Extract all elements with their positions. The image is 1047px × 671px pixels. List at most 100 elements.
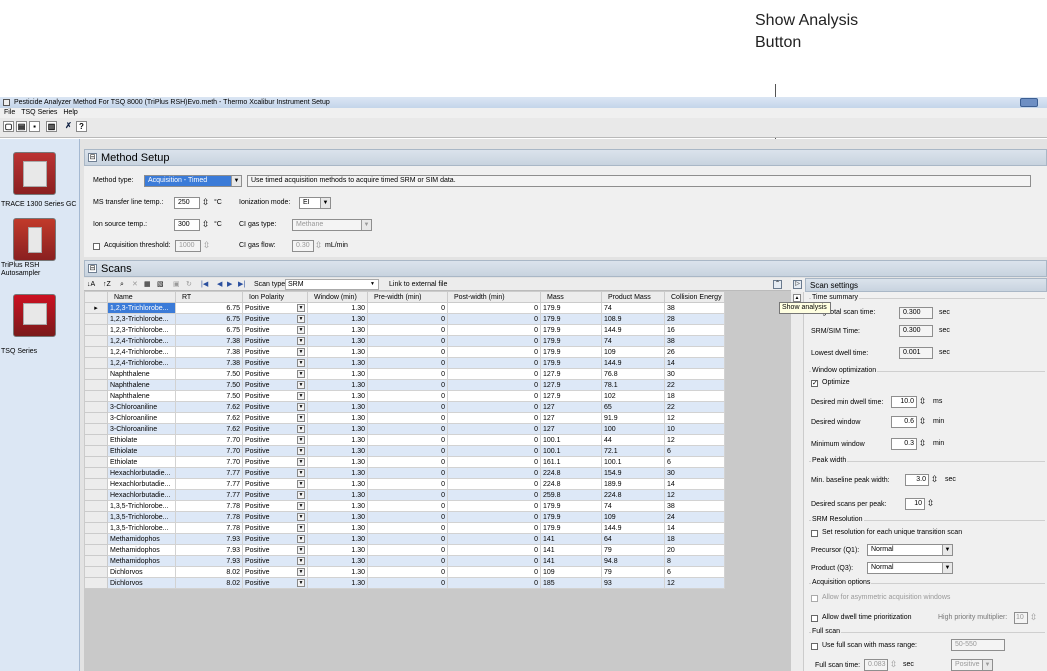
spinner-icon[interactable]: ⇳ <box>200 219 211 231</box>
column-header[interactable]: Pre-width (min) <box>367 291 448 303</box>
table-row[interactable]: 1,2,3-Trichlorobe... 6.75 Positive ▼ 1.30 0 0 1… <box>84 313 725 325</box>
table-cell[interactable]: 141 <box>540 533 602 545</box>
table-cell[interactable]: 109 <box>540 566 602 578</box>
table-cell[interactable]: 0 <box>367 368 448 380</box>
table-cell[interactable]: 1,2,4-Trichlorobe... <box>107 346 176 358</box>
table-cell[interactable]: Positive ▼ <box>242 412 308 424</box>
table-cell[interactable]: 144.9 <box>601 522 665 534</box>
chevron-down-icon[interactable]: ▼ <box>297 546 305 554</box>
table-cell[interactable]: 7.38 <box>175 335 243 347</box>
table-cell[interactable]: 0 <box>367 346 448 358</box>
table-cell[interactable]: 8 <box>664 555 725 567</box>
spinner-icon[interactable]: ⇳ <box>200 197 211 209</box>
table-cell[interactable]: Positive ▼ <box>242 302 308 314</box>
table-cell[interactable]: 1,3,5-Trichlorobe... <box>107 522 176 534</box>
collapse-icon[interactable]: ⊟ <box>88 153 97 162</box>
row-header[interactable] <box>84 456 108 468</box>
table-cell[interactable]: 1.30 <box>307 478 368 490</box>
table-cell[interactable]: Hexachlorbutadie... <box>107 467 176 479</box>
table-cell[interactable]: Positive ▼ <box>242 544 308 556</box>
table-cell[interactable]: 14 <box>664 478 725 490</box>
table-cell[interactable]: 100.1 <box>540 445 602 457</box>
table-cell[interactable]: 0 <box>367 511 448 523</box>
table-cell[interactable]: 1.30 <box>307 412 368 424</box>
table-cell[interactable]: 18 <box>664 533 725 545</box>
table-cell[interactable]: 161.1 <box>540 456 602 468</box>
sort-ascending-icon[interactable]: ↓A <box>87 278 95 291</box>
table-cell[interactable]: Positive ▼ <box>242 522 308 534</box>
table-cell[interactable]: 100.1 <box>540 434 602 446</box>
table-cell[interactable]: Positive ▼ <box>242 390 308 402</box>
spinner-icon[interactable]: ⇳ <box>888 659 899 671</box>
link-external-label[interactable]: Link to external file <box>389 278 447 291</box>
table-cell[interactable]: 1,2,4-Trichlorobe... <box>107 357 176 369</box>
table-cell[interactable]: 1.30 <box>307 511 368 523</box>
delete-icon[interactable]: ✕ <box>132 278 138 291</box>
table-cell[interactable]: 8.02 <box>175 577 243 589</box>
chevron-down-icon[interactable]: ▼ <box>297 414 305 422</box>
table-cell[interactable]: 179.9 <box>540 313 602 325</box>
first-record-icon[interactable]: |◀ <box>201 278 208 291</box>
table-row[interactable]: 1,3,5-Trichlorobe... 7.78 Positive ▼ 1.30 0 0 1… <box>84 500 725 512</box>
help-icon[interactable]: ? <box>76 121 87 132</box>
product-select[interactable]: Normal ▼ <box>867 562 953 574</box>
table-row[interactable]: 1,2,4-Trichlorobe... 7.38 Positive ▼ 1.30 0 0 1… <box>84 346 725 358</box>
table-cell[interactable]: 7.50 <box>175 390 243 402</box>
last-record-icon[interactable]: ▶| <box>238 278 245 291</box>
table-row[interactable]: 1,3,5-Trichlorobe... 7.78 Positive ▼ 1.30 0 0 1… <box>84 511 725 523</box>
table-row[interactable]: Ethiolate 7.70 Positive ▼ 1.30 0 0 100.1 72.1 6 <box>84 445 725 457</box>
table-cell[interactable]: 16 <box>664 324 725 336</box>
table-cell[interactable]: 0 <box>367 500 448 512</box>
table-cell[interactable]: 1.30 <box>307 434 368 446</box>
collapse-icon[interactable]: ⊟ <box>88 264 97 273</box>
row-header[interactable] <box>84 423 108 435</box>
table-cell[interactable]: 127 <box>540 412 602 424</box>
method-setup-header[interactable]: ⊟ Method Setup <box>84 149 1047 166</box>
scans-header[interactable]: ⊟ Scans <box>84 260 1047 277</box>
table-cell[interactable]: Dichlorvos <box>107 566 176 578</box>
table-cell[interactable]: 94.8 <box>601 555 665 567</box>
table-cell[interactable]: 0 <box>367 445 448 457</box>
table-cell[interactable]: Ethiolate <box>107 456 176 468</box>
table-cell[interactable]: 14 <box>664 357 725 369</box>
table-cell[interactable]: 0 <box>447 555 541 567</box>
row-header[interactable] <box>84 445 108 457</box>
row-header[interactable] <box>84 401 108 413</box>
table-cell[interactable]: 127.9 <box>540 379 602 391</box>
table-cell[interactable]: 7.70 <box>175 445 243 457</box>
hide-analysis-icon[interactable]: ▷ <box>793 280 802 289</box>
table-cell[interactable]: 0 <box>447 533 541 545</box>
table-cell[interactable]: 0 <box>447 401 541 413</box>
open-icon[interactable]: ▤ <box>16 121 27 132</box>
spinner-icon[interactable]: ⇳ <box>201 240 212 252</box>
table-cell[interactable]: 0 <box>447 346 541 358</box>
table-cell[interactable]: 7.77 <box>175 467 243 479</box>
print-icon[interactable]: ▥ <box>46 121 57 132</box>
table-cell[interactable]: 109 <box>601 346 665 358</box>
table-row[interactable]: 1,3,5-Trichlorobe... 7.78 Positive ▼ 1.30 0 0 1… <box>84 522 725 534</box>
table-cell[interactable]: 1.30 <box>307 555 368 567</box>
table-cell[interactable]: 0 <box>447 368 541 380</box>
table-cell[interactable]: 7.38 <box>175 346 243 358</box>
acq-threshold-checkbox[interactable] <box>93 243 100 250</box>
chevron-down-icon[interactable]: ▼ <box>297 436 305 444</box>
table-cell[interactable]: 1.30 <box>307 346 368 358</box>
table-cell[interactable]: 7.77 <box>175 489 243 501</box>
table-cell[interactable]: Positive ▼ <box>242 335 308 347</box>
table-cell[interactable]: 79 <box>601 566 665 578</box>
table-cell[interactable]: Positive ▼ <box>242 489 308 501</box>
minimize-button[interactable] <box>1020 98 1038 107</box>
table-cell[interactable]: 7.93 <box>175 555 243 567</box>
tsq-series-device-icon[interactable] <box>13 294 56 337</box>
desired-window-field[interactable]: 0.6 <box>891 416 917 428</box>
table-cell[interactable]: 6.75 <box>175 313 243 325</box>
previous-record-icon[interactable]: ◀ <box>217 278 222 291</box>
table-cell[interactable]: 1.30 <box>307 533 368 545</box>
row-header[interactable] <box>84 467 108 479</box>
min-dwell-field[interactable]: 10.0 <box>891 396 917 408</box>
table-cell[interactable]: Naphthalene <box>107 379 176 391</box>
table-cell[interactable]: 144.9 <box>601 357 665 369</box>
table-cell[interactable]: 0 <box>447 423 541 435</box>
trace-gc-device-icon[interactable] <box>13 152 56 195</box>
table-cell[interactable]: 7.38 <box>175 357 243 369</box>
